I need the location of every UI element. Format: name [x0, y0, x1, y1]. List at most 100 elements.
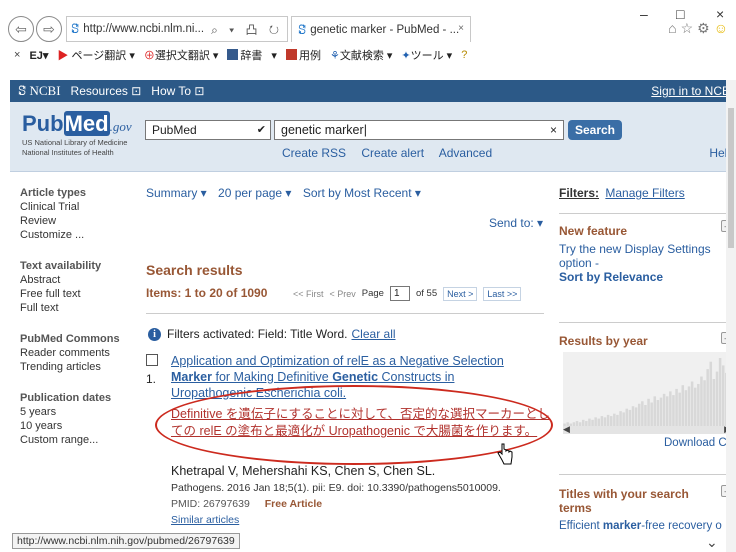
home-icon[interactable]: ⌂ — [668, 20, 680, 36]
year-bar[interactable] — [718, 358, 722, 426]
download-csv-link[interactable]: Download CS — [664, 437, 734, 449]
tab-close-icon[interactable]: × — [458, 23, 464, 34]
database-select[interactable]: PubMed ✔ — [145, 120, 271, 140]
year-bar[interactable] — [681, 385, 685, 426]
toolbar-select-translate[interactable]: ⊕選択文翻訳 ▾ — [144, 47, 219, 63]
toolbar-dictionary[interactable]: 辞書 — [227, 47, 262, 63]
year-bar[interactable] — [603, 417, 607, 426]
year-bar[interactable] — [613, 413, 616, 426]
year-bar[interactable] — [606, 414, 610, 426]
titles-search-result-link[interactable]: Efficient marker-free recovery o — [559, 520, 722, 532]
create-alert-link[interactable]: Create alert — [361, 146, 424, 160]
toolbar-help-icon[interactable]: ? — [461, 49, 467, 61]
filter-customize[interactable]: Customize ... — [20, 228, 132, 242]
toolbar-close-icon[interactable]: × — [14, 49, 20, 61]
manage-filters-link[interactable]: Manage Filters — [605, 186, 684, 200]
year-bar[interactable] — [672, 395, 675, 426]
year-bar[interactable] — [588, 418, 591, 426]
year-bar[interactable] — [703, 380, 706, 426]
resources-menu[interactable]: Resources ⊡ — [71, 84, 142, 98]
last-page-link[interactable]: Last >> — [483, 286, 522, 301]
clear-all-link[interactable]: Clear all — [352, 327, 396, 341]
howto-menu[interactable]: How To ⊡ — [151, 84, 204, 98]
year-bar[interactable] — [594, 417, 597, 426]
filter-free-full-text[interactable]: Free full text — [20, 287, 132, 301]
settings-gear-icon[interactable]: ⚙ — [697, 20, 714, 36]
filter-reader-comments[interactable]: Reader comments — [20, 346, 132, 360]
forward-button[interactable]: ⇨ — [36, 16, 62, 42]
prev-page-link[interactable]: < Prev — [330, 289, 356, 299]
toolbar-tools[interactable]: ✦ツール ▾ — [401, 47, 452, 63]
page-scrollbar-thumb[interactable] — [728, 108, 734, 248]
year-bar[interactable] — [622, 412, 625, 426]
clear-search-icon[interactable]: × — [550, 121, 557, 139]
year-bar[interactable] — [644, 404, 647, 426]
year-bar[interactable] — [631, 406, 635, 426]
year-bar[interactable] — [715, 371, 719, 426]
year-bar[interactable] — [637, 403, 641, 426]
next-page-link[interactable]: Next > — [443, 286, 478, 301]
filter-review[interactable]: Review — [20, 214, 132, 228]
search-button[interactable]: Search — [568, 120, 622, 140]
year-bar[interactable] — [634, 407, 638, 426]
page-scrollbar[interactable] — [726, 80, 736, 552]
filter-abstract[interactable]: Abstract — [20, 273, 132, 287]
first-page-link[interactable]: << First — [293, 289, 324, 299]
filter-5-years[interactable]: 5 years — [20, 405, 132, 419]
minimize-button[interactable]: – — [640, 6, 648, 22]
year-bar[interactable] — [712, 379, 716, 426]
year-bar[interactable] — [616, 414, 619, 426]
year-bar[interactable] — [650, 402, 653, 426]
year-bar[interactable] — [721, 365, 725, 426]
back-button[interactable]: ⇦ — [8, 16, 34, 42]
toolbar-ej-button[interactable]: EJ▾ — [29, 49, 48, 62]
year-bar[interactable] — [693, 387, 697, 426]
toolbar-examples[interactable]: 用例 — [285, 47, 321, 63]
filter-custom-range[interactable]: Custom range... — [20, 433, 132, 447]
year-bar[interactable] — [687, 386, 691, 426]
year-bar[interactable] — [619, 411, 622, 426]
similar-articles-link[interactable]: Similar articles — [171, 514, 239, 526]
filter-trending-articles[interactable]: Trending articles — [20, 360, 132, 374]
year-bar[interactable] — [656, 400, 660, 426]
sort-dropdown[interactable]: Sort by Most Recent ▾ — [303, 186, 421, 200]
year-bar[interactable] — [706, 369, 709, 426]
year-bar[interactable] — [684, 390, 688, 426]
per-page-dropdown[interactable]: 20 per page ▾ — [218, 186, 291, 200]
favorites-star-icon[interactable]: ☆ — [681, 20, 698, 36]
year-bar[interactable] — [700, 376, 703, 426]
browser-tab[interactable]: ꗟ genetic marker - PubMed - ... × — [291, 16, 471, 42]
filter-10-years[interactable]: 10 years — [20, 419, 132, 433]
address-bar[interactable]: ꗟ http://www.ncbi.nlm.ni... ⌕ ▾ 凸 ↻ — [66, 16, 288, 42]
signin-link[interactable]: Sign in to NCB — [651, 84, 730, 98]
new-feature-link[interactable]: Try the new Display Settings option - So… — [559, 242, 729, 284]
chevron-down-icon[interactable]: ⌄ — [706, 534, 718, 551]
year-bar[interactable] — [659, 397, 663, 426]
ncbi-logo[interactable]: ꗟ NCBI — [18, 83, 61, 99]
scroll-left-icon[interactable]: ◀ — [563, 424, 570, 435]
year-chart-scrollbar[interactable]: ◀ ▶ — [563, 424, 731, 435]
feedback-smiley-icon[interactable]: ☺ — [714, 20, 732, 36]
year-bar[interactable] — [597, 418, 601, 426]
year-bar[interactable] — [697, 383, 700, 426]
search-input[interactable]: genetic marker| × — [274, 120, 564, 140]
year-bar[interactable] — [669, 391, 672, 426]
filter-full-text[interactable]: Full text — [20, 301, 132, 315]
year-bar[interactable] — [628, 409, 632, 426]
toolbar-page-translate[interactable]: ▶ ページ翻訳 ▾ — [57, 47, 134, 63]
year-bar[interactable] — [625, 408, 629, 426]
toolbar-doc-search[interactable]: ⚘文献検索 ▾ — [330, 47, 392, 63]
filter-clinical-trial[interactable]: Clinical Trial — [20, 200, 132, 214]
results-by-year-chart[interactable] — [563, 352, 731, 426]
send-to-dropdown[interactable]: Send to: ▾ — [489, 216, 543, 230]
create-rss-link[interactable]: Create RSS — [282, 146, 346, 160]
page-number-input[interactable]: 1 — [389, 286, 410, 301]
format-dropdown[interactable]: Summary ▾ — [146, 186, 207, 200]
year-bar[interactable] — [662, 393, 666, 426]
result-checkbox[interactable] — [146, 354, 158, 366]
year-bar[interactable] — [647, 398, 650, 426]
year-bar[interactable] — [665, 396, 669, 426]
toolbar-dict-arrow[interactable]: ▾ — [271, 49, 277, 62]
year-bar[interactable] — [709, 361, 713, 426]
advanced-link[interactable]: Advanced — [439, 146, 492, 160]
